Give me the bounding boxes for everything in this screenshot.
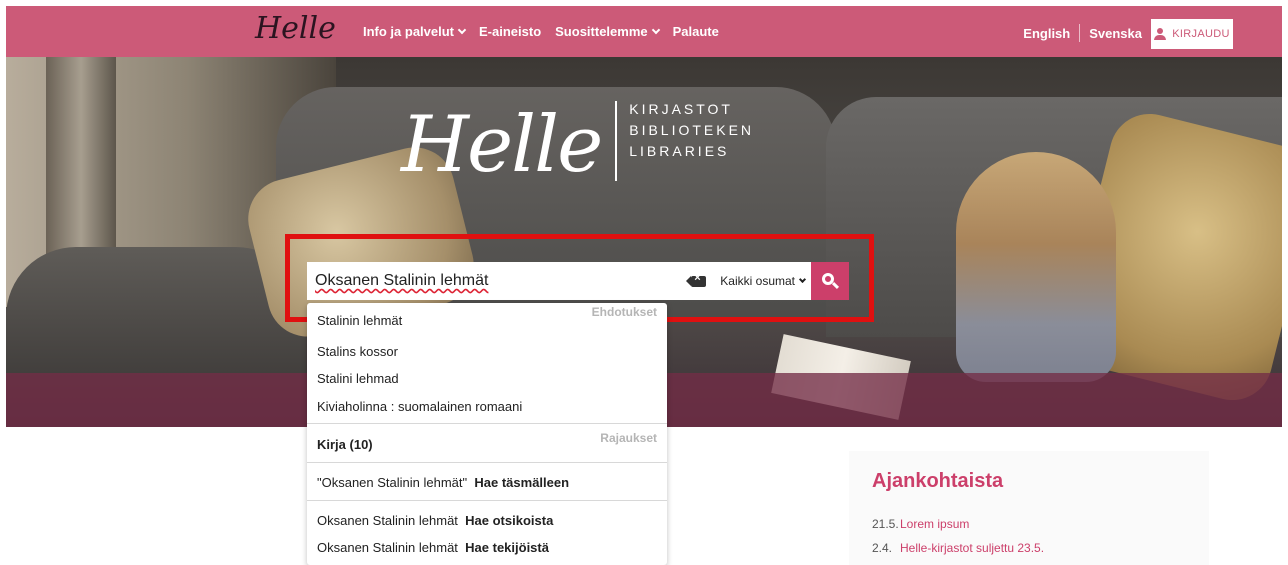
search-action-label: Hae otsikoista (465, 513, 554, 528)
news-panel: Ajankohtaista 21.5. Lorem ipsum 2.4. Hel… (849, 451, 1209, 565)
filter-label: Kirja (10) (317, 437, 373, 452)
divider (307, 500, 667, 501)
hero-logo-script: Helle (401, 100, 603, 190)
search-action-label: Hae tekijöistä (465, 540, 549, 555)
filter-item[interactable]: Kirja (10) (317, 437, 657, 452)
chevron-down-icon (651, 25, 660, 35)
search-action-authors[interactable]: Oksanen Stalinin lehmät Hae tekijöistä (317, 540, 657, 555)
suggestion-item[interactable]: Stalini lehmad (317, 371, 657, 386)
search-scope-label: Kaikki osumat (720, 274, 795, 288)
news-item[interactable]: 21.5. Lorem ipsum (872, 517, 969, 531)
news-title: Ajankohtaista (872, 470, 1004, 492)
news-date: 21.5. (872, 517, 899, 531)
search-action-query: Oksanen Stalinin lehmät (317, 540, 458, 555)
clear-input-icon[interactable] (686, 272, 707, 287)
nav-item-label: Suosittelemme (555, 24, 648, 39)
search-scope-select[interactable]: Kaikki osumat (720, 274, 807, 288)
search-input-value: Oksanen Stalinin lehmät (315, 272, 489, 289)
nav-item-suosittelemme[interactable]: Suosittelemme (555, 24, 660, 39)
hero-logo-line: LIBRARIES (629, 143, 730, 159)
suggestion-item[interactable]: Kiviaholinna : suomalainen romaani (317, 399, 657, 414)
language-divider (1079, 24, 1081, 42)
language-english-link[interactable]: English (1023, 26, 1070, 41)
chevron-down-icon (457, 25, 467, 35)
divider (307, 462, 667, 463)
news-link[interactable]: Helle-kirjastot suljettu 23.5. (900, 541, 1044, 555)
hero-logo-line: BIBLIOTEKEN (629, 122, 755, 138)
search-button[interactable] (811, 262, 849, 300)
hero-logo-line: KIRJASTOT (629, 101, 733, 117)
search-action-exact[interactable]: "Oksanen Stalinin lehmät" Hae täsmälleen (317, 475, 657, 490)
nav-item-palaute[interactable]: Palaute (673, 24, 719, 39)
autocomplete-dropdown: Ehdotukset Stalinin lehmät Stalins kosso… (307, 303, 667, 565)
language-svenska-link[interactable]: Svenska (1089, 26, 1142, 41)
main-nav: Info ja palvelut E-aineisto Suosittelemm… (363, 24, 719, 39)
person-icon (1154, 28, 1167, 40)
divider (307, 423, 667, 424)
search-action-query: Oksanen Stalinin lehmät (317, 513, 458, 528)
hero-logo-divider (615, 101, 618, 181)
hero-logo-lines: KIRJASTOT BIBLIOTEKEN LIBRARIES (629, 99, 754, 162)
language-switcher: English Svenska (1023, 24, 1142, 42)
search-action-query: "Oksanen Stalinin lehmät" (317, 475, 468, 490)
top-navigation-bar: Helle Info ja palvelut E-aineisto Suosit… (6, 6, 1282, 57)
nav-item-label: E-aineisto (479, 24, 542, 39)
chevron-down-icon (798, 275, 807, 284)
nav-item-e-aineisto[interactable]: E-aineisto (479, 24, 541, 39)
hero-reading-child (956, 152, 1116, 382)
search-bar: Oksanen Stalinin lehmät Kaikki osumat (307, 262, 811, 300)
suggestion-item[interactable]: Stalins kossor (317, 344, 657, 359)
nav-item-info[interactable]: Info ja palvelut (363, 24, 467, 39)
search-icon (822, 273, 840, 290)
login-label: KIRJAUDU (1172, 28, 1230, 40)
news-item[interactable]: 2.4. Helle-kirjastot suljettu 23.5. (872, 541, 1044, 555)
login-button[interactable]: KIRJAUDU (1151, 19, 1233, 49)
search-action-titles[interactable]: Oksanen Stalinin lehmät Hae otsikoista (317, 513, 657, 528)
nav-item-label: Info ja palvelut (363, 24, 455, 39)
helle-logo[interactable]: Helle (255, 14, 336, 44)
search-input[interactable]: Oksanen Stalinin lehmät (307, 272, 691, 290)
news-date: 2.4. (872, 541, 893, 555)
hero-logo: Helle KIRJASTOT BIBLIOTEKEN LIBRARIES (401, 95, 754, 196)
search-action-label: Hae täsmälleen (474, 475, 570, 490)
nav-item-label: Palaute (672, 24, 719, 39)
news-link[interactable]: Lorem ipsum (900, 517, 969, 531)
suggestion-item[interactable]: Stalinin lehmät (317, 313, 657, 328)
